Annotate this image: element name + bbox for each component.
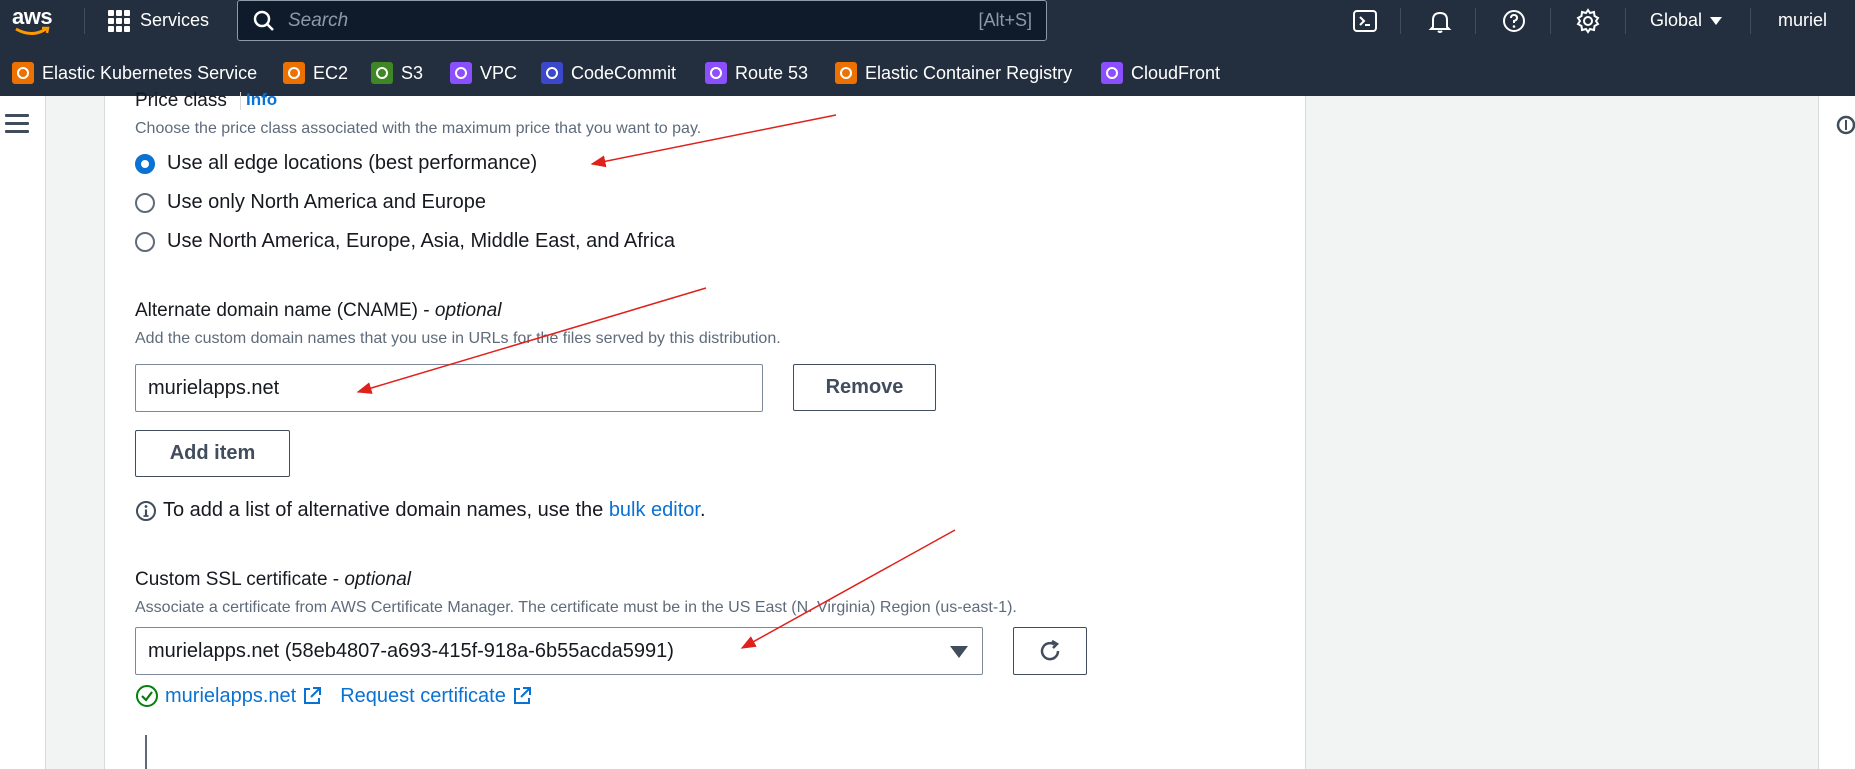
region-label: Global <box>1650 10 1703 30</box>
service-icon <box>12 62 34 84</box>
ssl-label-text: Custom SSL certificate - <box>135 569 345 590</box>
favorite-label: VPC <box>480 62 518 83</box>
external-link-icon <box>304 687 322 704</box>
certificate-link-text: murielapps.net <box>165 684 297 707</box>
favorite-item[interactable]: Route 53 <box>705 61 808 85</box>
settings-icon[interactable] <box>1575 8 1601 34</box>
radio-label: Use only North America and Europe <box>167 191 487 213</box>
success-check-icon <box>136 685 158 707</box>
user-menu[interactable]: muriel <box>1778 0 1827 41</box>
favorite-label: Elastic Kubernetes Service <box>42 62 258 83</box>
favorite-item[interactable]: CodeCommit <box>541 61 676 85</box>
aws-logo[interactable]: aws <box>12 4 60 36</box>
service-icon <box>450 62 472 84</box>
content-gutter <box>46 96 104 769</box>
menu-icon[interactable] <box>5 114 29 134</box>
favorite-label: Route 53 <box>735 62 809 83</box>
caret-down-icon <box>950 646 968 658</box>
right-gutter <box>1307 96 1818 769</box>
optional-text: optional <box>434 300 502 321</box>
favorite-item[interactable]: Elastic Kubernetes Service <box>12 61 257 85</box>
request-certificate-text: Request certificate <box>340 684 506 707</box>
aws-smile-icon <box>15 26 50 35</box>
radio-label: Use North America, Europe, Asia, Middle … <box>167 230 676 252</box>
refresh-button[interactable] <box>1013 627 1087 675</box>
certificate-link[interactable]: murielapps.net <box>165 685 322 708</box>
grid-icon <box>108 9 130 32</box>
cname-label: Alternate domain name (CNAME) - optional <box>135 300 501 322</box>
remove-button[interactable]: Remove <box>793 364 936 411</box>
favorite-label: CodeCommit <box>571 62 677 83</box>
refresh-icon <box>1040 639 1060 661</box>
search-bar[interactable]: [Alt+S] <box>237 0 1047 41</box>
search-input[interactable] <box>288 9 979 32</box>
favorite-label: CloudFront <box>1131 62 1221 83</box>
cname-input[interactable]: murielapps.net <box>135 364 763 412</box>
help-icon[interactable] <box>1501 8 1527 34</box>
service-icon <box>541 62 563 84</box>
region-selector[interactable]: Global <box>1650 0 1723 41</box>
info-link[interactable]: Info <box>246 90 277 110</box>
divider <box>1475 8 1476 34</box>
bulk-hint-period: . <box>699 499 706 521</box>
ssl-certificate-select[interactable]: murielapps.net (58eb4807-a693-415f-918a-… <box>135 627 983 675</box>
price-class-label: Price class <box>135 90 227 111</box>
price-class-option-na-eu[interactable]: Use only North America and Europe <box>135 191 486 214</box>
price-class-description: Choose the price class associated with t… <box>135 120 702 137</box>
radio-label: Use all edge locations (best performance… <box>167 152 538 174</box>
radio-checked-icon <box>135 153 155 174</box>
top-navigation-bar: aws Services [Alt+S] Global muriel <box>0 0 1855 41</box>
bulk-editor-hint: To add a list of alternative domain name… <box>135 499 706 522</box>
favorite-label: S3 <box>401 62 424 83</box>
cloudshell-icon[interactable] <box>1352 8 1378 34</box>
favorite-item[interactable]: S3 <box>371 61 423 85</box>
side-navigation-collapsed <box>0 96 46 769</box>
info-icon <box>136 500 156 521</box>
add-item-button[interactable]: Add item <box>135 430 290 477</box>
service-icon <box>371 62 393 84</box>
bulk-editor-link[interactable]: bulk editor <box>609 499 700 521</box>
radio-unchecked-icon <box>135 231 155 252</box>
service-icon <box>283 62 305 84</box>
request-certificate-link[interactable]: Request certificate <box>340 685 532 708</box>
radio-unchecked-icon <box>135 192 155 213</box>
divider <box>1400 8 1401 34</box>
certificate-links: murielapps.net Request certificate <box>135 684 532 708</box>
tools-icon[interactable] <box>1835 114 1855 136</box>
services-label: Services <box>140 10 210 30</box>
divider <box>145 735 147 769</box>
user-label: muriel <box>1778 10 1828 30</box>
favorite-item[interactable]: CloudFront <box>1101 61 1220 85</box>
service-icon <box>835 62 857 84</box>
bulk-hint-text: To add a list of alternative domain name… <box>163 499 609 521</box>
ssl-selected-value: murielapps.net (58eb4807-a693-415f-918a-… <box>148 639 674 662</box>
service-icon <box>1101 62 1123 84</box>
cname-label-text: Alternate domain name (CNAME) - <box>135 300 435 321</box>
ssl-certificate-description: Associate a certificate from AWS Certifi… <box>135 599 1017 616</box>
right-tools-rail <box>1818 96 1855 769</box>
caret-down-icon <box>1710 16 1723 25</box>
optional-text: optional <box>344 569 411 590</box>
price-class-option-na-eu-asia[interactable]: Use North America, Europe, Asia, Middle … <box>135 230 675 253</box>
favorite-item[interactable]: VPC <box>450 61 517 85</box>
divider <box>1750 8 1751 34</box>
search-icon <box>253 10 274 31</box>
cname-description: Add the custom domain names that you use… <box>135 330 781 347</box>
favorite-item[interactable]: EC2 <box>283 61 348 85</box>
favorite-item[interactable]: Elastic Container Registry <box>835 61 1072 85</box>
divider <box>1625 8 1626 34</box>
divider <box>1550 8 1551 34</box>
ssl-certificate-label: Custom SSL certificate - optional <box>135 569 411 591</box>
favorite-label: EC2 <box>313 62 349 83</box>
services-menu-button[interactable]: Services <box>108 0 209 41</box>
external-link-icon <box>513 687 531 704</box>
favorite-label: Elastic Container Registry <box>865 62 1073 83</box>
divider <box>240 92 241 110</box>
divider <box>84 8 85 34</box>
service-icon <box>705 62 727 84</box>
price-class-option-all[interactable]: Use all edge locations (best performance… <box>135 152 537 175</box>
search-shortcut-hint: [Alt+S] <box>978 10 1032 30</box>
bell-icon[interactable] <box>1427 8 1453 34</box>
